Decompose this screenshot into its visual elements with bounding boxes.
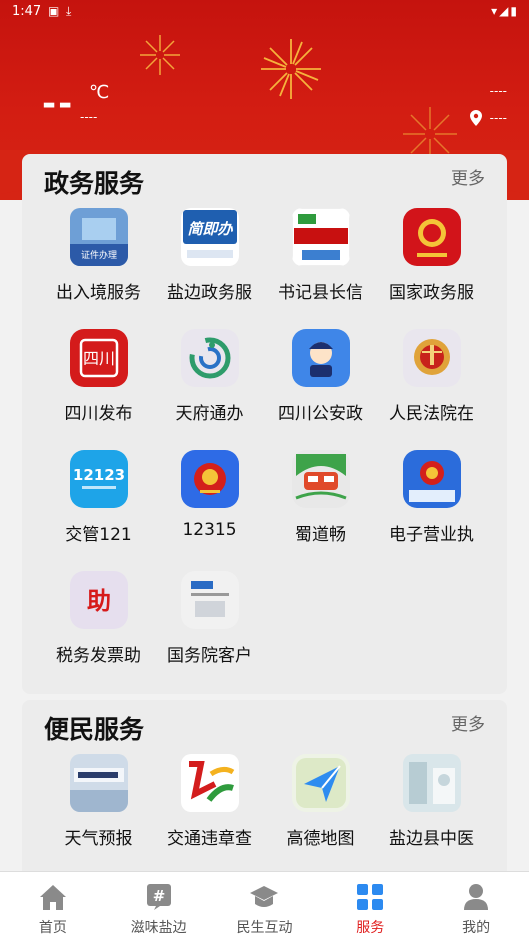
signal-battery-icons: ▾◢▮: [491, 4, 519, 18]
bottom-navigation: 首页 # 滋味盐边 民生互动 服务 我的: [0, 871, 529, 942]
nav-home[interactable]: 首页: [0, 872, 106, 942]
secretary-mailbox-icon: [291, 208, 350, 266]
service-item[interactable]: 12315: [154, 450, 265, 540]
location-pin-icon: [469, 110, 482, 126]
grid-icon: [357, 884, 384, 910]
tianfu-tongban-icon: [180, 329, 239, 387]
svg-text:证件办理: 证件办理: [80, 249, 116, 261]
weather-forecast-icon: [69, 754, 128, 812]
download-icon: ⤓: [66, 4, 72, 18]
shudaochang-icon: [291, 450, 350, 508]
national-gov-emblem-icon: [402, 208, 461, 266]
svg-text:#: #: [152, 887, 165, 905]
svg-text:四川: 四川: [82, 349, 114, 368]
header-date: ----: [489, 84, 507, 98]
service-item[interactable]: 四川 四川发布: [43, 329, 154, 424]
user-icon: [464, 884, 489, 910]
status-bar: 1:47 ▣ ⤓ ▾◢▮: [0, 0, 529, 24]
weather-temperature: --: [42, 84, 75, 124]
sichuan-police-icon: [291, 329, 350, 387]
gov-services-card: 政务服务 更多 证件办理 出入境服务 简即办 盐边政务服 书记县长信 国家政务服…: [22, 154, 507, 694]
svg-text:12123: 12123: [72, 466, 124, 484]
weather-description: ----: [80, 110, 98, 124]
yanbian-gov-icon: 简即办: [180, 208, 239, 266]
service-item[interactable]: 12123 交管121: [43, 450, 154, 545]
section-title: 政务服务: [44, 169, 145, 198]
consumer-12315-icon: [180, 450, 239, 508]
amap-icon: [291, 754, 350, 812]
tcm-hospital-icon: [402, 754, 461, 812]
service-item[interactable]: 天气预报: [43, 754, 154, 849]
service-item[interactable]: 四川公安政: [265, 329, 376, 424]
state-council-icon: [180, 571, 239, 629]
nav-services[interactable]: 服务: [317, 872, 423, 942]
firework-decoration: [140, 35, 180, 75]
service-item[interactable]: 天府通办: [154, 329, 265, 424]
exit-entry-service-icon: 证件办理: [69, 208, 128, 266]
more-link[interactable]: 更多: [451, 710, 485, 735]
status-time: 1:47: [12, 4, 42, 19]
traffic-violation-icon: [180, 754, 239, 812]
e-business-license-icon: [402, 450, 461, 508]
service-item[interactable]: 蜀道畅: [265, 450, 376, 545]
traffic-12123-icon: 12123: [69, 450, 128, 508]
hashtag-icon: #: [146, 884, 171, 910]
home-icon: [39, 885, 66, 910]
notification-icon: ▣: [48, 4, 60, 18]
peoples-court-icon: [402, 329, 461, 387]
firework-decoration: [261, 39, 321, 99]
nav-minsheng-hudong[interactable]: 民生互动: [212, 872, 318, 942]
svg-text:简即办: 简即办: [187, 220, 233, 238]
service-item[interactable]: 书记县长信: [265, 208, 376, 303]
app-screen: 1:47 ▣ ⤓ ▾◢▮ -- ℃ ---- ---- ---- 政务服务 更多…: [0, 0, 529, 942]
location-text: ----: [489, 111, 507, 125]
service-item[interactable]: 简即办 盐边政务服: [154, 208, 265, 303]
temperature-unit: ℃: [89, 82, 110, 103]
tax-invoice-icon: 助: [69, 571, 128, 629]
life-services-card: 便民服务 更多 天气预报 交通违章查 高德地图 盐边县中医: [22, 700, 507, 890]
location-info[interactable]: ----: [469, 110, 507, 126]
service-item[interactable]: 国家政务服: [376, 208, 487, 303]
nav-ziwei-yanbian[interactable]: # 滋味盐边: [106, 872, 212, 942]
sichuan-release-icon: 四川: [69, 329, 128, 387]
service-item[interactable]: 国务院客户: [154, 571, 265, 666]
section-title: 便民服务: [44, 715, 145, 744]
service-item[interactable]: 盐边县中医: [376, 754, 487, 849]
service-item[interactable]: 证件办理 出入境服务: [43, 208, 154, 303]
service-item[interactable]: 交通违章查: [154, 754, 265, 849]
svg-text:助: 助: [87, 587, 111, 615]
mortarboard-icon: [250, 886, 279, 907]
more-link[interactable]: 更多: [451, 164, 485, 189]
nav-mine[interactable]: 我的: [423, 872, 529, 942]
service-item[interactable]: 高德地图: [265, 754, 376, 849]
service-item[interactable]: 电子营业执: [376, 450, 487, 545]
service-item[interactable]: 助 税务发票助: [43, 571, 154, 666]
service-item[interactable]: 人民法院在: [376, 329, 487, 424]
